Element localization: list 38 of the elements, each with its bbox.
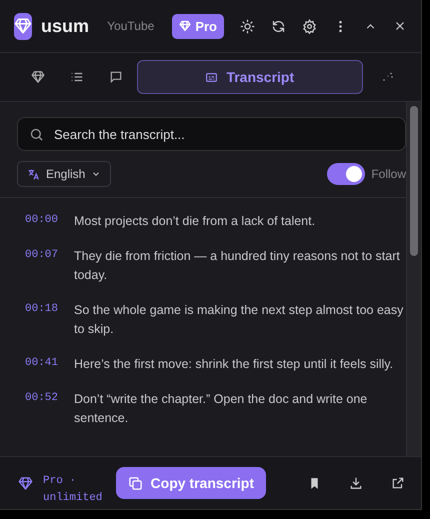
caption-icon <box>205 70 218 84</box>
transcript-line: Here’s the first move: shrink the first step until it feels silly. <box>74 356 394 373</box>
timestamp-link[interactable]: 00:00 <box>25 212 58 231</box>
timestamp-link[interactable]: 00:52 <box>25 390 58 428</box>
diamond-icon <box>179 20 192 32</box>
transcript-line: Don’t “write the chapter.” Open the doc and write one sentence. <box>74 391 368 427</box>
copy-icon <box>128 476 143 490</box>
pro-button[interactable]: Pro <box>172 14 224 38</box>
timestamp-link[interactable]: 00:18 <box>25 301 58 339</box>
list-icon <box>70 70 84 84</box>
brightness-icon[interactable] <box>240 18 255 34</box>
refresh-icon[interactable] <box>271 18 286 34</box>
app-title: usum <box>41 16 90 36</box>
transcript-line: They die from friction — a hundred tiny reasons not to start today. <box>74 248 401 284</box>
logo-icon <box>14 12 32 40</box>
plan-label: Pro · <box>43 474 78 489</box>
search-field[interactable]: Search the transcript... <box>17 117 406 151</box>
source-label: YouTube <box>107 19 154 33</box>
language-dropdown[interactable]: English <box>17 161 112 187</box>
settings-icon[interactable] <box>302 18 317 34</box>
follow-toggle[interactable] <box>327 163 366 185</box>
transcript-line: Most projects don’t die from a lack of talent. <box>74 213 316 230</box>
search-icon <box>29 127 44 142</box>
chat-icon <box>109 70 124 84</box>
download-icon[interactable] <box>349 476 363 490</box>
copy-transcript-button[interactable]: Copy transcript <box>116 467 266 499</box>
transcript-tab[interactable]: Transcript <box>136 60 363 94</box>
diamond-icon <box>30 70 45 84</box>
sparkle-icon <box>382 71 394 83</box>
external-link-icon[interactable] <box>391 476 405 490</box>
transcript-line: So the whole game is making the next step almost too easy to skip. <box>74 302 404 338</box>
translate-icon <box>27 168 40 180</box>
follow-label: Follow <box>371 167 406 181</box>
plan-detail: unlimited <box>43 491 102 506</box>
timestamp-link[interactable]: 00:41 <box>25 355 58 374</box>
diamond-icon <box>18 476 33 490</box>
timestamp-link[interactable]: 00:07 <box>25 247 58 285</box>
scrollbar-thumb[interactable] <box>410 106 418 256</box>
